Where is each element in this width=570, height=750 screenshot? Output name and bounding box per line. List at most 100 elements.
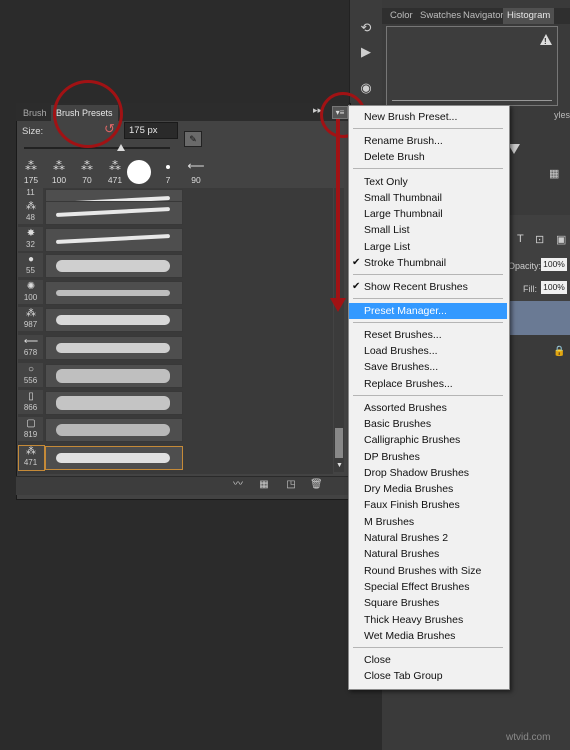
fill-field[interactable]: 100% bbox=[541, 281, 567, 294]
menu-item-natural-brushes-2[interactable]: Natural Brushes 2 bbox=[349, 530, 507, 546]
tab-swatches[interactable]: Swatches bbox=[416, 8, 465, 24]
brush-preset-row[interactable]: ✸ 32 bbox=[18, 227, 332, 252]
toggle-live-tip-icon[interactable]: 〰 bbox=[232, 479, 244, 491]
checkmark-icon: ✔ bbox=[352, 257, 361, 268]
stroke-thumbnail bbox=[45, 364, 183, 388]
preset-size: 678 bbox=[23, 348, 38, 357]
warning-mark: ! bbox=[544, 37, 547, 46]
brush-preset-row[interactable]: ● 55 bbox=[18, 253, 332, 278]
brush-preset-row[interactable]: ▯ 866 bbox=[18, 390, 332, 415]
menu-item-rename-brush[interactable]: Rename Brush... bbox=[349, 133, 507, 149]
menu-item-faux-finish-brushes[interactable]: Faux Finish Brushes bbox=[349, 497, 507, 513]
stroke-thumbnail bbox=[45, 336, 183, 360]
menu-item-reset-brushes[interactable]: Reset Brushes... bbox=[349, 327, 507, 343]
menu-separator bbox=[353, 298, 503, 299]
recent-brush[interactable]: ⁂ 471 bbox=[102, 157, 128, 187]
annotation-arrow-head bbox=[330, 298, 346, 312]
histogram-view bbox=[386, 26, 558, 106]
tab-color[interactable]: Color bbox=[386, 8, 417, 24]
menu-item-wet-media-brushes[interactable]: Wet Media Brushes bbox=[349, 628, 507, 644]
menu-separator bbox=[353, 274, 503, 275]
menu-item-large-list[interactable]: Large List bbox=[349, 239, 507, 255]
menu-item-replace-brushes[interactable]: Replace Brushes... bbox=[349, 376, 507, 392]
checkmark-icon: ✔ bbox=[352, 281, 361, 292]
size-slider-thumb[interactable] bbox=[117, 144, 125, 151]
tab-navigator[interactable]: Navigator bbox=[459, 8, 508, 24]
menu-item-calligraphic-brushes[interactable]: Calligraphic Brushes bbox=[349, 432, 507, 448]
menu-item-basic-brushes[interactable]: Basic Brushes bbox=[349, 416, 507, 432]
menu-item-save-brushes[interactable]: Save Brushes... bbox=[349, 359, 507, 375]
text-layer-icon[interactable]: T bbox=[517, 233, 524, 245]
menu-item-preset-manager[interactable]: Preset Manager... bbox=[349, 303, 507, 319]
menu-item-delete-brush[interactable]: Delete Brush bbox=[349, 149, 507, 165]
soft-round-brush-icon: ● bbox=[27, 254, 35, 265]
scatter-grass-icon: ✸ bbox=[26, 228, 36, 239]
shape-layer-icon[interactable]: ⊡ bbox=[535, 233, 544, 246]
recent-brush[interactable]: 7 bbox=[158, 157, 178, 187]
menu-item-dp-brushes[interactable]: DP Brushes bbox=[349, 449, 507, 465]
scrollbar-thumb[interactable] bbox=[335, 428, 343, 458]
menu-item-small-thumbnail[interactable]: Small Thumbnail bbox=[349, 190, 507, 206]
recent-brush[interactable]: ⁂ 70 bbox=[74, 157, 100, 187]
stroke-thumbnail bbox=[45, 446, 183, 470]
brush-preset-row[interactable]: ✺ 100 bbox=[18, 280, 332, 305]
preset-size: 471 bbox=[23, 458, 38, 467]
stroke-thumbnail bbox=[45, 281, 183, 305]
menu-item-special-effect-brushes[interactable]: Special Effect Brushes bbox=[349, 579, 507, 595]
size-slider-track[interactable] bbox=[24, 147, 170, 149]
menu-item-assorted-brushes[interactable]: Assorted Brushes bbox=[349, 400, 507, 416]
menu-item-new-brush-preset[interactable]: New Brush Preset... bbox=[349, 109, 507, 125]
menu-item-load-brushes[interactable]: Load Brushes... bbox=[349, 343, 507, 359]
stroke-thumbnail bbox=[45, 201, 183, 225]
opacity-field[interactable]: 100% bbox=[541, 258, 567, 271]
menu-item-round-brushes-with-size[interactable]: Round Brushes with Size bbox=[349, 563, 507, 579]
history-icon[interactable]: ⟲ bbox=[358, 20, 374, 36]
selected-layer-row[interactable] bbox=[505, 301, 570, 335]
scroll-down-arrow-icon[interactable]: ▼ bbox=[336, 462, 343, 469]
play-actions-icon[interactable]: ▶ bbox=[358, 44, 374, 60]
recent-brush-size: 90 bbox=[191, 175, 201, 185]
toggle-brush-panel-icon[interactable]: ✎ bbox=[184, 131, 202, 147]
menu-item-show-recent-brushes[interactable]: ✔ Show Recent Brushes bbox=[349, 279, 507, 295]
recent-brush[interactable]: ⁂ 100 bbox=[46, 157, 72, 187]
brush-preset-row[interactable]: ⁂ 48 bbox=[18, 200, 332, 225]
menu-item-thick-heavy-brushes[interactable]: Thick Heavy Brushes bbox=[349, 612, 507, 628]
smart-object-icon[interactable]: ▣ bbox=[556, 233, 566, 246]
fill-label: Fill: bbox=[523, 284, 537, 294]
grid-icon[interactable]: ▦ bbox=[549, 167, 559, 180]
tab-brush[interactable]: Brush bbox=[18, 105, 52, 121]
menu-separator bbox=[353, 395, 503, 396]
menu-item-square-brushes[interactable]: Square Brushes bbox=[349, 595, 507, 611]
trash-icon[interactable]: 🗑 bbox=[310, 479, 323, 491]
recent-brush[interactable]: ⟵ 90 bbox=[182, 157, 210, 187]
small-round-brush-icon[interactable] bbox=[166, 165, 170, 169]
brush-preset-row[interactable]: ⁂ 987 bbox=[18, 307, 332, 332]
menu-item-m-brushes[interactable]: M Brushes bbox=[349, 514, 507, 530]
stroke-thumbnail bbox=[45, 418, 183, 442]
recent-brush[interactable]: ⁂ 175 bbox=[18, 157, 44, 187]
menu-item-dry-media-brushes[interactable]: Dry Media Brushes bbox=[349, 481, 507, 497]
menu-item-drop-shadow-brushes[interactable]: Drop Shadow Brushes bbox=[349, 465, 507, 481]
preset-size: 48 bbox=[26, 213, 35, 222]
new-preset-icon[interactable]: ◳ bbox=[285, 479, 297, 491]
menu-item-close-tab-group[interactable]: Close Tab Group bbox=[349, 668, 507, 684]
menu-item-stroke-thumbnail[interactable]: ✔ Stroke Thumbnail bbox=[349, 255, 507, 271]
brush-preset-row[interactable]: ▢ 819 bbox=[18, 417, 332, 442]
brush-preset-row[interactable]: ○ 556 bbox=[18, 363, 332, 388]
round-hard-brush-icon[interactable] bbox=[127, 160, 151, 184]
brush-preset-row-selected[interactable]: ⁂ 471 bbox=[18, 445, 332, 471]
preset-size: 32 bbox=[26, 240, 35, 249]
tab-styles[interactable]: yles bbox=[505, 110, 570, 124]
menu-item-close[interactable]: Close bbox=[349, 652, 507, 668]
menu-item-text-only[interactable]: Text Only bbox=[349, 174, 507, 190]
menu-item-large-thumbnail[interactable]: Large Thumbnail bbox=[349, 206, 507, 222]
stroke-thumbnail bbox=[45, 254, 183, 278]
menu-item-natural-brushes[interactable]: Natural Brushes bbox=[349, 546, 507, 562]
brush-preset-row[interactable]: ⟵ 678 bbox=[18, 335, 332, 360]
grid-view-icon[interactable]: ▦ bbox=[258, 479, 270, 491]
arrow-left-brush-icon: ⟵ bbox=[187, 159, 205, 173]
properties-icon[interactable]: ◉ bbox=[358, 80, 374, 96]
size-field[interactable]: 175 px bbox=[124, 122, 178, 139]
tab-histogram[interactable]: Histogram bbox=[503, 8, 555, 24]
menu-item-small-list[interactable]: Small List bbox=[349, 222, 507, 238]
